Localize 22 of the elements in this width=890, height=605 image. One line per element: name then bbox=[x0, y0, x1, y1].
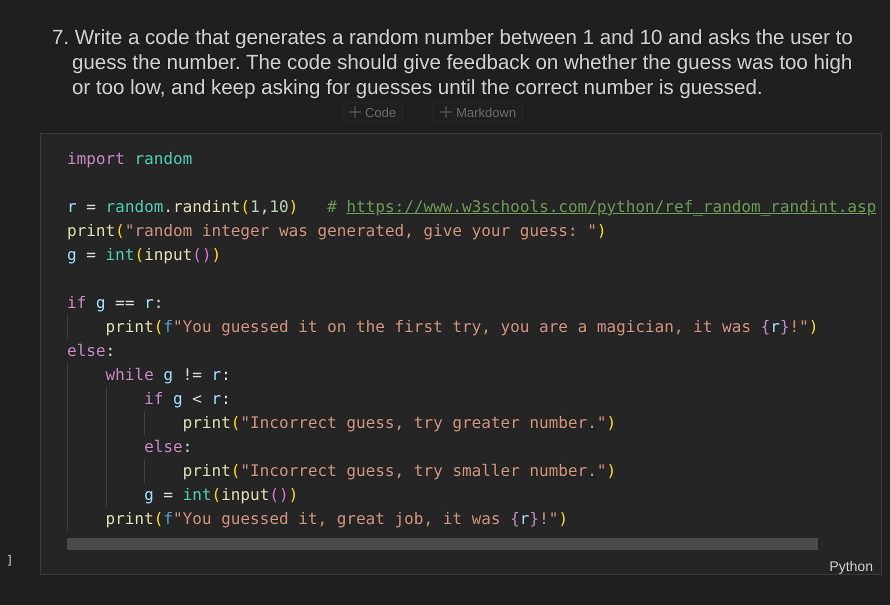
code-line: print(f"You guessed it, great job, it was {r}!") bbox=[104, 509, 568, 528]
code-line: else: bbox=[143, 437, 192, 456]
code-line: while g != r: bbox=[104, 365, 231, 384]
plus-icon bbox=[349, 106, 361, 118]
code-line: r = random.randint(1,10) # https://www.w3schools.com/python/ref_random_randint.asp bbox=[67, 197, 876, 216]
code-line: print("Incorrect guess, try greater number.") bbox=[182, 413, 616, 432]
code-line: g = int(input()) bbox=[143, 485, 298, 504]
plus-icon bbox=[440, 106, 452, 118]
insert-cell-button[interactable]: Code bbox=[342, 102, 404, 122]
execution-bracket: ] bbox=[6, 553, 13, 569]
code-line: print(f"You guessed it on the first try, you are a magician, it was {r}!") bbox=[104, 317, 818, 336]
code-line: if g < r: bbox=[143, 389, 231, 408]
horizontal-scrollbar[interactable] bbox=[67, 538, 818, 550]
question-text: 7. Write a code that generates a random number between 1 and 10 and asks the user to guess the number. The code should give feedback on whether the guess was too high or too low, and keep asking for guesses until the correct number is guessed. bbox=[52, 25, 854, 100]
code-line: else: bbox=[67, 341, 116, 360]
code-line: import random bbox=[67, 149, 192, 168]
language-label[interactable]: Python bbox=[829, 558, 873, 574]
code-line: g = int(input()) bbox=[67, 245, 222, 264]
insert-cell-button[interactable]: Markdown bbox=[433, 102, 524, 122]
code-line: print("Incorrect guess, try smaller number.") bbox=[182, 461, 616, 480]
code-line: print("random integer was generated, give your guess: ") bbox=[67, 221, 606, 240]
code-line: if g == r: bbox=[67, 293, 164, 312]
